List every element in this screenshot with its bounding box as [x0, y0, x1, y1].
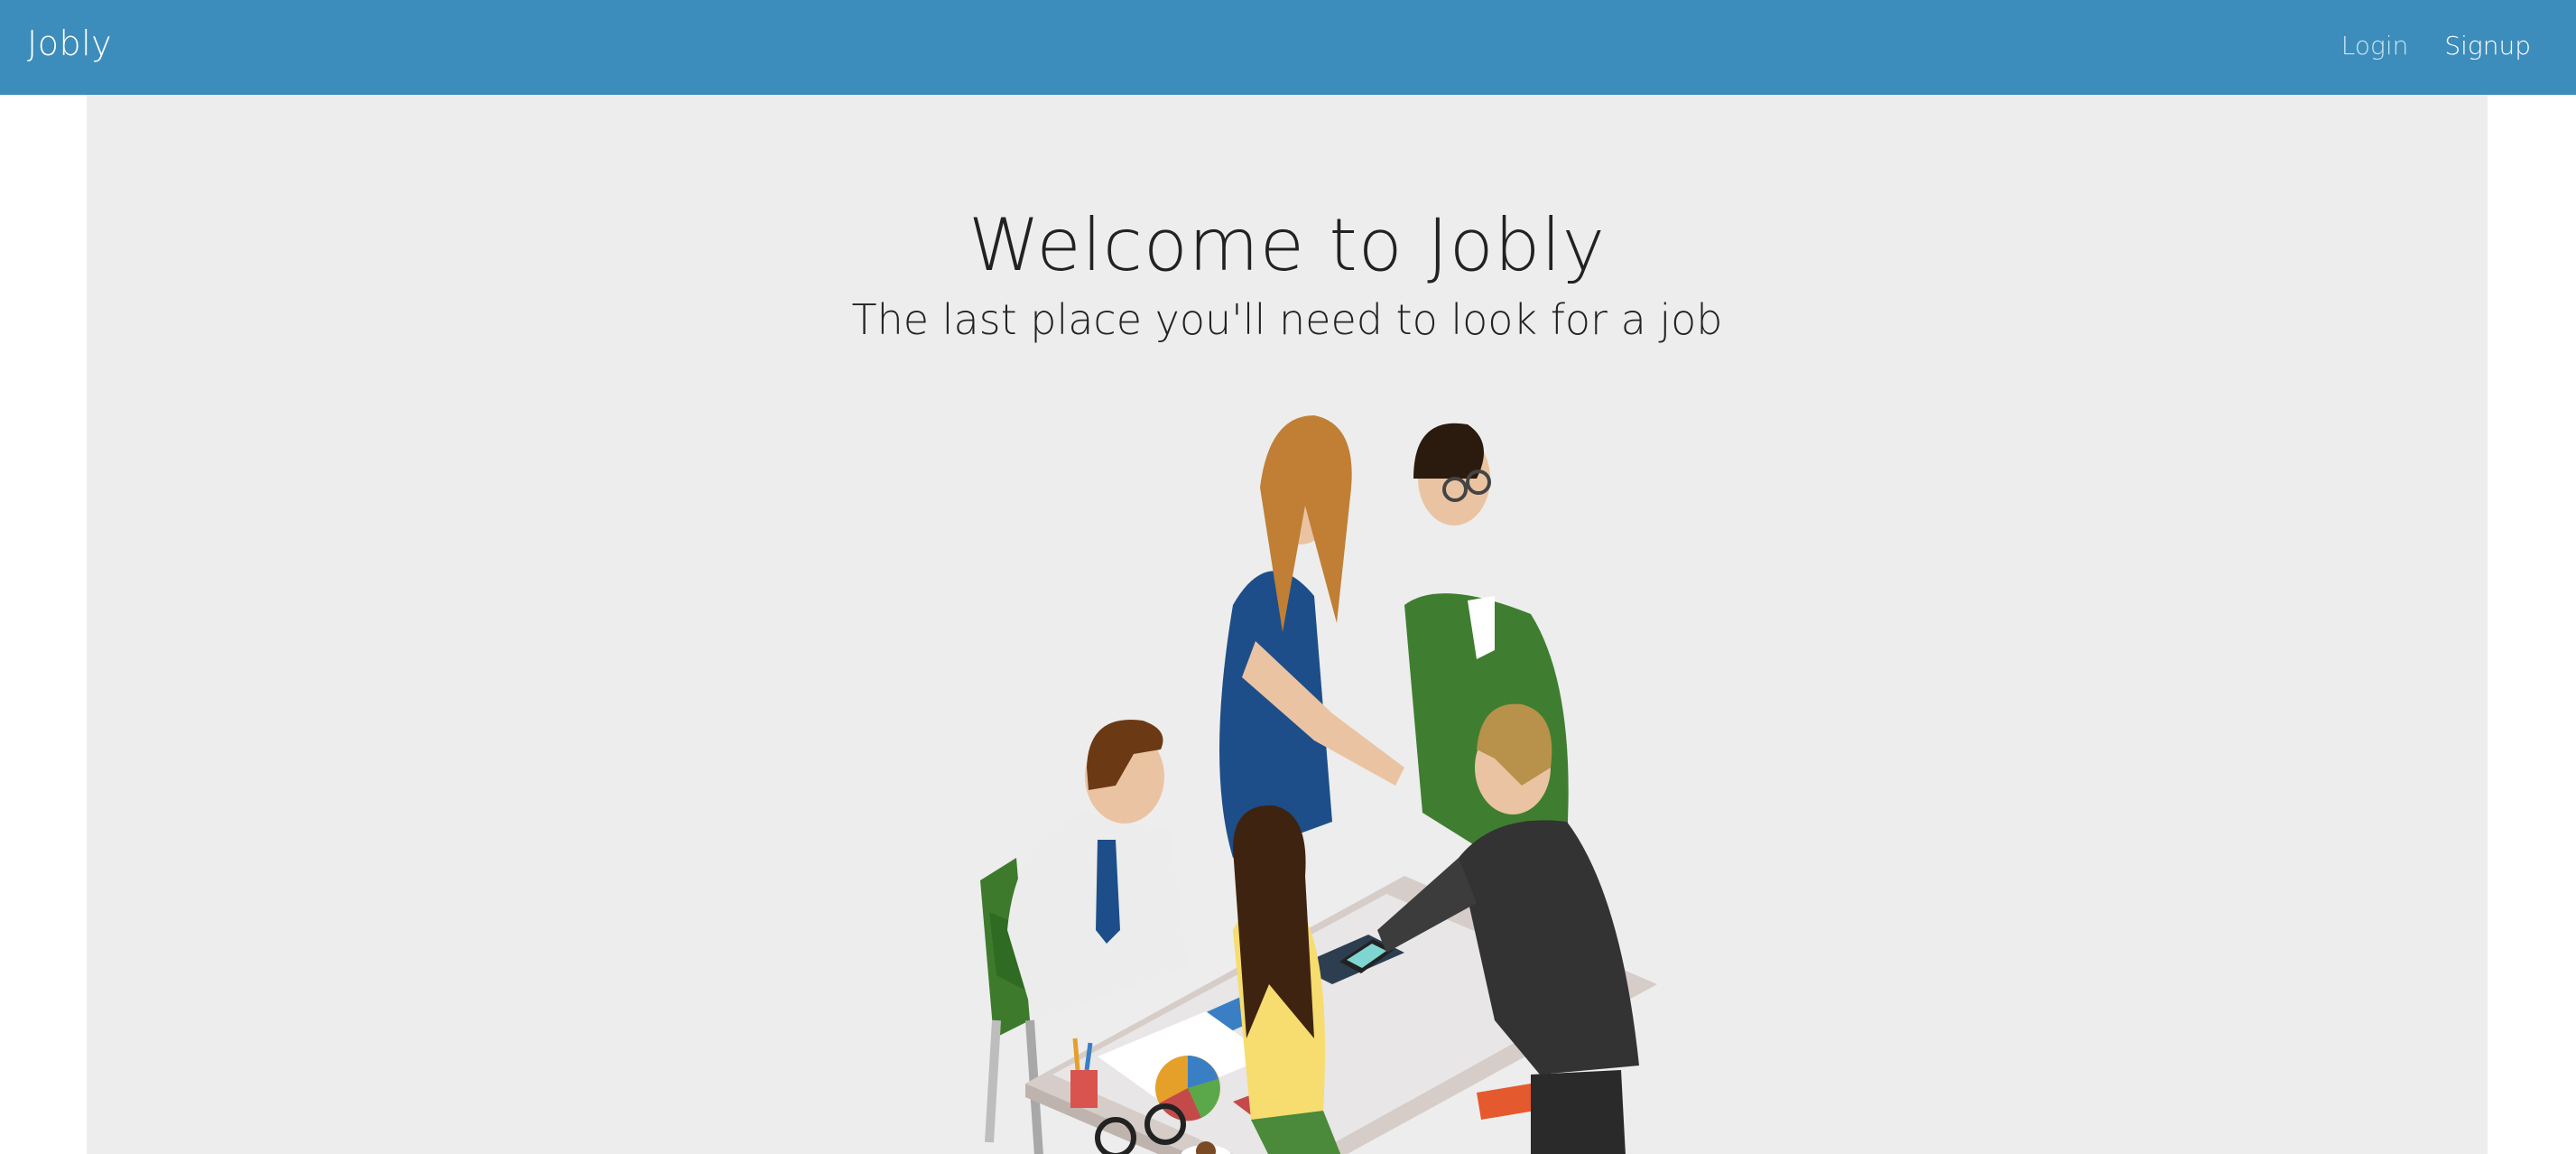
login-link[interactable]: Login	[2341, 31, 2409, 60]
hero-title: Welcome to Jobly	[968, 203, 1606, 287]
hero-section: Welcome to Jobly The last place you'll n…	[87, 95, 2488, 1154]
nav-links: Login Signup	[2341, 31, 2531, 60]
signup-link[interactable]: Signup	[2444, 31, 2531, 60]
team-meeting-illustration	[980, 415, 1657, 1154]
navbar: Jobly Login Signup	[0, 0, 2576, 95]
person-standing-woman	[1219, 415, 1404, 858]
hero-subtitle: The last place you'll need to look for a…	[851, 295, 1723, 344]
brand-link[interactable]: Jobly	[27, 23, 112, 63]
person-left	[1007, 720, 1188, 1020]
